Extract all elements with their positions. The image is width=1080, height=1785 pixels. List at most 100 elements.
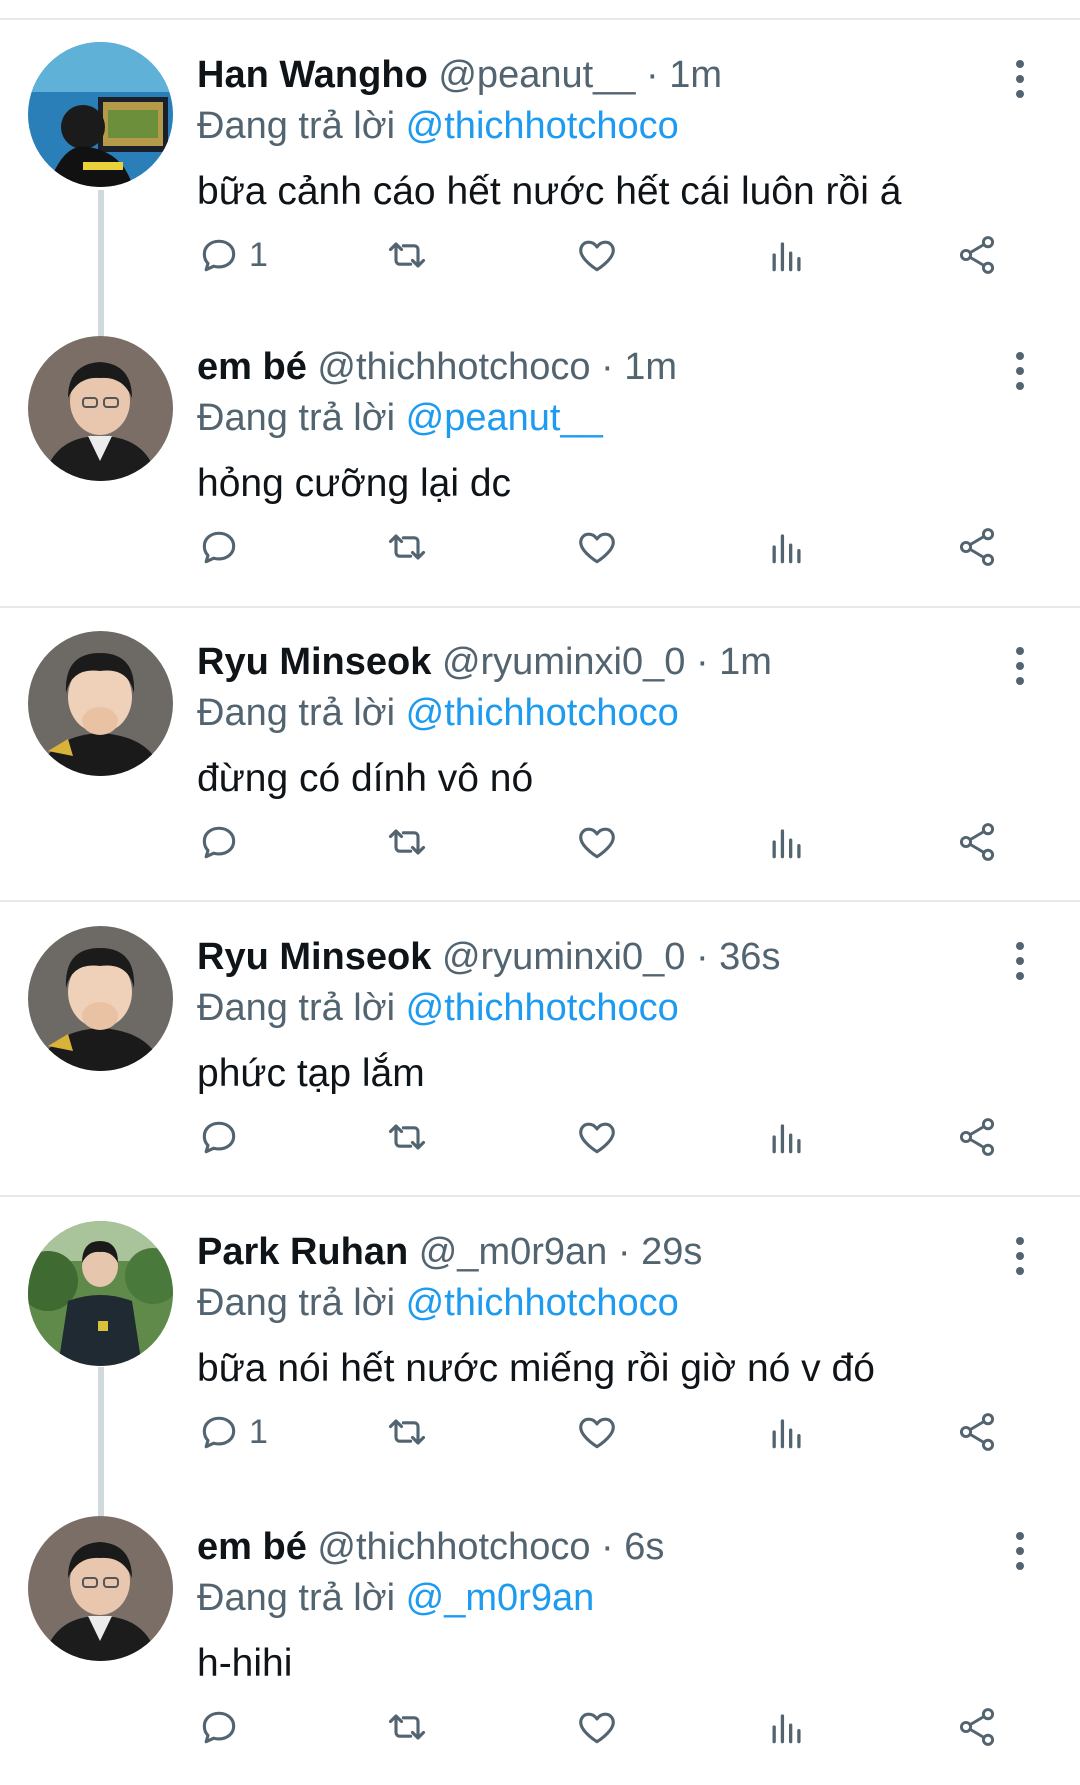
like-button[interactable] xyxy=(575,1702,619,1752)
separator-dot: · xyxy=(617,1231,631,1273)
views-icon xyxy=(772,1714,801,1744)
views-button[interactable] xyxy=(765,522,809,572)
tweet[interactable]: em bé @thichhotchoco · 6s Đang trả lời @… xyxy=(0,1502,1080,1785)
handle[interactable]: @_m0r9an xyxy=(419,1231,608,1273)
like-button[interactable] xyxy=(575,1407,619,1457)
share-icon xyxy=(959,1118,995,1156)
retweet-button[interactable] xyxy=(385,1407,429,1457)
tweet-actions xyxy=(197,817,1037,867)
replying-to: Đang trả lời @thichhotchoco xyxy=(197,1280,679,1326)
mention-link[interactable]: @thichhotchoco xyxy=(406,105,679,147)
replying-label: Đang trả lời xyxy=(197,105,396,147)
views-button[interactable] xyxy=(765,1112,809,1162)
tweet[interactable]: Ryu Minseok @ryuminxi0_0 · 1m Đang trả l… xyxy=(0,617,1080,887)
tweet[interactable]: Han Wangho @peanut__ · 1m Đang trả lời @… xyxy=(0,30,1080,365)
views-button[interactable] xyxy=(765,230,809,280)
share-icon xyxy=(959,528,995,566)
retweet-button[interactable] xyxy=(385,1112,429,1162)
reply-button[interactable]: 1 xyxy=(197,230,268,280)
display-name[interactable]: em bé xyxy=(197,346,307,388)
reply-button[interactable] xyxy=(197,1702,249,1752)
display-name[interactable]: em bé xyxy=(197,1526,307,1568)
views-button[interactable] xyxy=(765,817,809,867)
retweet-icon xyxy=(388,1419,426,1445)
timestamp[interactable]: 1m xyxy=(624,346,677,388)
reply-icon xyxy=(202,239,236,272)
share-button[interactable] xyxy=(955,522,999,572)
timestamp[interactable]: 1m xyxy=(669,54,722,96)
display-name[interactable]: Ryu Minseok xyxy=(197,936,431,978)
more-icon xyxy=(1016,942,1024,950)
tweet[interactable]: Park Ruhan @_m0r9an · 29s Đang trả lời @… xyxy=(0,1207,1080,1532)
mention-link[interactable]: @thichhotchoco xyxy=(406,1282,679,1324)
avatar[interactable] xyxy=(28,42,173,187)
tweet[interactable]: Ryu Minseok @ryuminxi0_0 · 36s Đang trả … xyxy=(0,912,1080,1182)
handle[interactable]: @ryuminxi0_0 xyxy=(442,936,685,978)
separator-dot: · xyxy=(646,54,659,96)
tweet-text: hỏng cưỡng lại dc xyxy=(197,462,512,505)
retweet-button[interactable] xyxy=(385,817,429,867)
share-button[interactable] xyxy=(955,230,999,280)
share-button[interactable] xyxy=(955,1112,999,1162)
like-button[interactable] xyxy=(575,817,619,867)
reply-button[interactable] xyxy=(197,1112,249,1162)
more-options-button[interactable] xyxy=(1005,942,1035,982)
retweet-button[interactable] xyxy=(385,230,429,280)
handle[interactable]: @ryuminxi0_0 xyxy=(442,641,685,683)
handle[interactable]: @thichhotchoco xyxy=(317,1526,590,1568)
display-name[interactable]: Han Wangho xyxy=(197,54,428,96)
mention-link[interactable]: @peanut__ xyxy=(406,397,603,439)
display-name[interactable]: Ryu Minseok xyxy=(197,641,431,683)
share-icon xyxy=(959,823,995,861)
heart-icon xyxy=(579,1417,615,1449)
reply-button[interactable] xyxy=(197,522,249,572)
display-name[interactable]: Park Ruhan xyxy=(197,1231,408,1273)
replying-label: Đang trả lời xyxy=(197,1577,396,1619)
avatar[interactable] xyxy=(28,926,173,1071)
share-button[interactable] xyxy=(955,817,999,867)
more-options-button[interactable] xyxy=(1005,352,1035,392)
like-button[interactable] xyxy=(575,1112,619,1162)
more-options-button[interactable] xyxy=(1005,60,1035,100)
more-options-button[interactable] xyxy=(1005,647,1035,687)
reply-button[interactable]: 1 xyxy=(197,1407,268,1457)
timestamp[interactable]: 29s xyxy=(641,1231,702,1273)
avatar[interactable] xyxy=(28,336,173,481)
timestamp[interactable]: 6s xyxy=(624,1526,664,1568)
separator-dot: · xyxy=(601,346,614,388)
more-options-button[interactable] xyxy=(1005,1237,1035,1277)
avatar[interactable] xyxy=(28,1516,173,1661)
like-button[interactable] xyxy=(575,230,619,280)
views-icon xyxy=(772,242,801,272)
retweet-button[interactable] xyxy=(385,522,429,572)
views-button[interactable] xyxy=(765,1702,809,1752)
retweet-icon xyxy=(388,1124,426,1150)
separator-dot: · xyxy=(695,936,709,978)
avatar[interactable] xyxy=(28,1221,173,1366)
handle[interactable]: @thichhotchoco xyxy=(317,346,590,388)
mention-link[interactable]: @thichhotchoco xyxy=(406,692,679,734)
like-button[interactable] xyxy=(575,522,619,572)
more-icon xyxy=(1016,1532,1024,1540)
more-options-button[interactable] xyxy=(1005,1532,1035,1572)
replying-label: Đang trả lời xyxy=(197,397,396,439)
reply-icon xyxy=(202,1711,236,1744)
retweet-button[interactable] xyxy=(385,1702,429,1752)
tweet-actions xyxy=(197,1112,1037,1162)
avatar[interactable] xyxy=(28,631,173,776)
timestamp[interactable]: 1m xyxy=(719,641,772,683)
heart-icon xyxy=(579,1122,615,1154)
timestamp[interactable]: 36s xyxy=(719,936,780,978)
mention-link[interactable]: @thichhotchoco xyxy=(406,987,679,1029)
handle[interactable]: @peanut__ xyxy=(438,54,635,96)
share-button[interactable] xyxy=(955,1407,999,1457)
retweet-icon xyxy=(388,1714,426,1740)
mention-link[interactable]: @_m0r9an xyxy=(406,1577,595,1619)
views-button[interactable] xyxy=(765,1407,809,1457)
more-icon xyxy=(1016,60,1024,68)
replying-to: Đang trả lời @thichhotchoco xyxy=(197,985,679,1031)
share-button[interactable] xyxy=(955,1702,999,1752)
reply-button[interactable] xyxy=(197,817,249,867)
more-icon xyxy=(1016,1237,1024,1245)
tweet[interactable]: em bé @thichhotchoco · 1m Đang trả lời @… xyxy=(0,322,1080,592)
